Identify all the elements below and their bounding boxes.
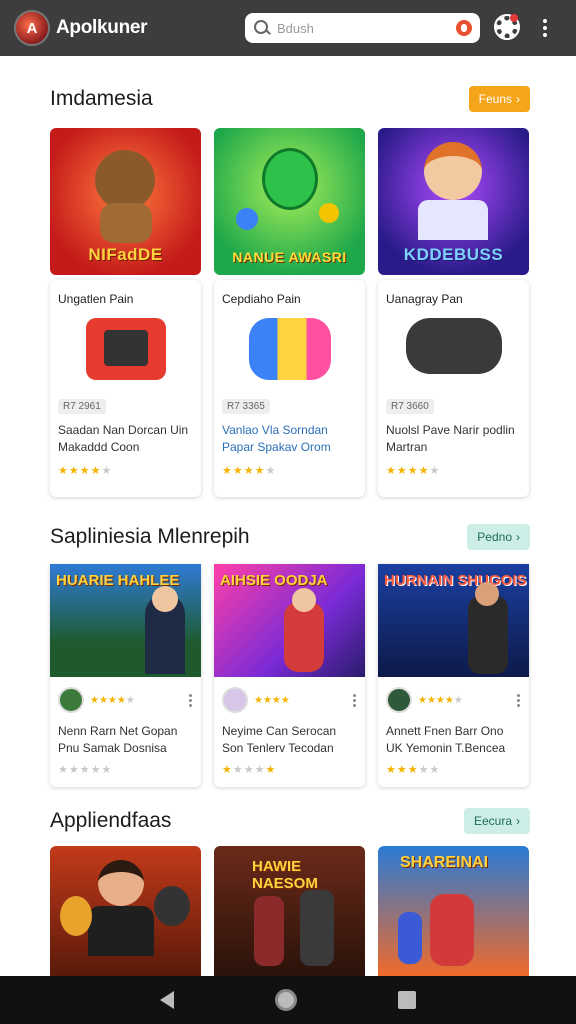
star-rating: ★★★★★ — [386, 764, 441, 776]
featured-tile[interactable]: NIFadDE — [50, 128, 201, 275]
bubble-icon — [236, 208, 258, 230]
search-input[interactable]: Bdush — [277, 21, 456, 36]
app-logo[interactable]: A — [14, 10, 50, 46]
character-icon — [262, 148, 318, 210]
bear-body — [100, 203, 152, 243]
card-title: Uanagray Pan — [386, 292, 463, 306]
home-icon[interactable] — [274, 989, 297, 1011]
bear-icon — [60, 896, 92, 936]
game-tile[interactable]: HAWIE NAESOM — [214, 846, 365, 976]
card-description: Annett Fnen Barr Ono UK Yemonin T.Bencea — [386, 724, 506, 755]
star-rating: ★★★★★ — [386, 465, 441, 477]
system-nav-bar — [0, 976, 576, 1024]
star-rating: ★★★★★ — [222, 764, 277, 776]
card-description: Saadan Nan Dorcan Uin Makaddd Coon — [58, 423, 189, 454]
more-vert-icon[interactable] — [517, 693, 521, 707]
star-rating: ★★★★ — [254, 694, 290, 706]
thumbnail-title: HAWIE NAESOM — [252, 858, 318, 892]
section-title: Sapliniesia Mlenrepih — [50, 525, 250, 548]
bear-icon — [95, 150, 155, 210]
section-header-1: Imdamesia Feuns › — [50, 84, 530, 114]
search-bar[interactable]: Bdush — [245, 13, 480, 43]
star-rating: ★★★★★ — [222, 465, 277, 477]
back-icon[interactable] — [160, 991, 175, 1009]
section-header-3: Appliendfaas Eecura › — [50, 806, 530, 836]
tile-label: KDDEBUSS — [403, 245, 504, 264]
more-vert-icon[interactable] — [353, 693, 357, 707]
price-chip: R7 3660 — [386, 399, 434, 414]
game-thumbnail: HUARIE HAHLEE — [50, 564, 201, 677]
see-more-button[interactable]: Pedno › — [467, 524, 530, 550]
app-title: Apolkuner — [56, 17, 148, 38]
tile-label: NANUE AWASRI — [232, 249, 347, 265]
product-card[interactable]: Cepdiaho Pain R7 3365 Vanlao Vla Sorndan… — [214, 280, 365, 497]
avatar[interactable] — [58, 687, 84, 713]
star-rating: ★★★★★ — [90, 694, 135, 706]
star-rating: ★★★★★ — [58, 465, 113, 477]
product-card[interactable]: Uanagray Pan R7 3660 Nuolsl Pave Narir p… — [378, 280, 529, 497]
game-card[interactable]: AIHSIE OODJA ★★★★ Neyime Can Serocan Son… — [214, 564, 365, 787]
game-card[interactable]: HUARIE HAHLEE ★★★★★ Nenn Rarn Net Gopan … — [50, 564, 201, 787]
section-header-2: Sapliniesia Mlenrepih Pedno › — [50, 522, 530, 552]
star-rating: ★★★★★ — [418, 694, 463, 706]
product-card[interactable]: Ungatlen Pain R7 2961 Saadan Nan Dorcan … — [50, 280, 201, 497]
thumbnail-title: SHAREINAI — [400, 854, 489, 871]
game-tile[interactable] — [50, 846, 201, 976]
card-title: Cepdiaho Pain — [222, 292, 301, 306]
card-description[interactable]: Vanlao Vla Sorndan Papar Spakav Orom — [222, 422, 357, 456]
section-title: Appliendfaas — [50, 809, 172, 832]
mic-icon[interactable] — [456, 20, 472, 36]
notification-dot — [510, 14, 518, 22]
price-chip: R7 3365 — [222, 399, 270, 414]
controller-icon — [248, 318, 331, 380]
card-description: Neyime Can Serocan Son Tenlerv Tecodan — [222, 724, 337, 755]
bear-icon — [154, 886, 190, 926]
controller-icon — [85, 318, 166, 380]
character-icon — [424, 142, 482, 200]
chevron-right-icon: › — [516, 530, 520, 544]
thumbnail-title: HURNAIN SHUGOIS — [384, 572, 527, 589]
bubble-icon — [319, 203, 339, 223]
more-vert-icon[interactable] — [189, 693, 193, 707]
thumbnail-title: AIHSIE OODJA — [220, 572, 328, 589]
section-title: Imdamesia — [50, 87, 153, 110]
see-more-button[interactable]: Eecura › — [463, 808, 530, 834]
game-tile[interactable]: SHAREINAI — [378, 846, 529, 976]
game-card[interactable]: HURNAIN SHUGOIS ★★★★★ Annett Fnen Barr O… — [378, 564, 529, 787]
card-description: Nuolsl Pave Narir podlin Martran — [386, 423, 515, 454]
card-description: Nenn Rarn Net Gopan Pnu Samak Dosnisa — [58, 724, 178, 755]
chevron-right-icon: › — [516, 814, 520, 828]
more-vert-icon[interactable] — [536, 17, 554, 39]
search-icon — [253, 19, 271, 37]
featured-tile[interactable]: KDDEBUSS — [378, 128, 529, 275]
see-more-button[interactable]: Feuns › — [468, 86, 530, 112]
game-thumbnail: AIHSIE OODJA — [214, 564, 365, 677]
character-icon — [98, 860, 144, 906]
game-thumbnail: HURNAIN SHUGOIS — [378, 564, 529, 677]
star-rating: ★★★★★ — [58, 764, 113, 776]
tile-label: NIFadDE — [88, 245, 163, 264]
price-chip: R7 2961 — [58, 399, 106, 414]
avatar[interactable] — [222, 687, 248, 713]
controller-icon — [405, 318, 502, 374]
character-body — [418, 200, 488, 240]
recent-apps-icon[interactable] — [397, 991, 416, 1009]
card-title: Ungatlen Pain — [58, 292, 134, 306]
avatar[interactable] — [386, 687, 412, 713]
featured-tile[interactable]: NANUE AWASRI — [214, 128, 365, 275]
chevron-right-icon: › — [516, 92, 520, 106]
